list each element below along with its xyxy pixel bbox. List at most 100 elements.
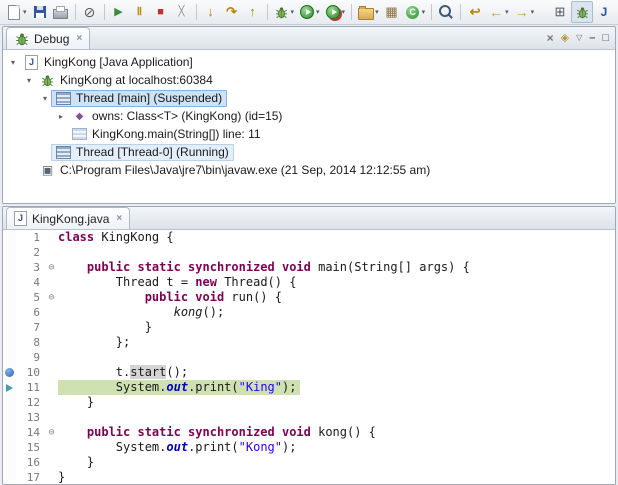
- view-settings-icon[interactable]: ◈: [561, 30, 569, 46]
- code-text[interactable]: [58, 410, 62, 425]
- dropdown-arrow-icon[interactable]: ▾: [505, 8, 509, 16]
- back-button[interactable]: ← ▾: [486, 2, 511, 22]
- marker-gutter[interactable]: [3, 290, 16, 305]
- last-edit-location-button[interactable]: ↩: [465, 2, 485, 22]
- marker-gutter[interactable]: [3, 305, 16, 320]
- forward-button[interactable]: → ▾: [512, 2, 537, 22]
- search-button[interactable]: [436, 2, 456, 22]
- debug-tree-row[interactable]: ▾ Thread [main] (Suspended): [3, 89, 615, 107]
- tab-debug[interactable]: Debug ×: [6, 27, 91, 49]
- debug-tree-row[interactable]: ▾ KingKong at localhost:60384: [3, 71, 615, 89]
- code-text[interactable]: public static synchronized void main(Str…: [58, 260, 474, 275]
- marker-gutter[interactable]: [3, 395, 16, 410]
- tree-item[interactable]: KingKong [Java Application]: [19, 54, 198, 71]
- marker-gutter[interactable]: [3, 245, 16, 260]
- new-package-button[interactable]: ▦: [382, 2, 402, 22]
- code-text[interactable]: kong();: [58, 305, 228, 320]
- tree-item-label: Thread [main] (Suspended): [76, 91, 223, 105]
- tree-item[interactable]: Thread [main] (Suspended): [51, 89, 228, 107]
- code-text[interactable]: }: [58, 455, 98, 470]
- dropdown-arrow-icon[interactable]: ▾: [316, 8, 320, 16]
- marker-gutter[interactable]: [3, 410, 16, 425]
- code-text[interactable]: System.out.print("Kong");: [58, 440, 300, 455]
- close-icon[interactable]: ×: [116, 213, 122, 224]
- remove-all-terminated-icon[interactable]: ×: [547, 30, 554, 46]
- code-text[interactable]: }: [58, 395, 98, 410]
- code-text[interactable]: Thread t = new Thread() {: [58, 275, 300, 290]
- marker-gutter[interactable]: [3, 440, 16, 455]
- new-wizard-button[interactable]: ▾: [4, 2, 29, 22]
- tree-item[interactable]: ◆ owns: Class<T> (KingKong) (id=15): [67, 108, 287, 125]
- fold-collapse-icon[interactable]: ⊖: [45, 425, 58, 440]
- fold-collapse-icon[interactable]: ⊖: [45, 260, 58, 275]
- new-java-project-button[interactable]: ▾: [356, 2, 381, 22]
- terminate-button[interactable]: ■: [151, 2, 171, 22]
- marker-gutter[interactable]: [3, 425, 16, 440]
- code-text[interactable]: System.out.print("King");: [58, 380, 301, 395]
- dropdown-arrow-icon[interactable]: ▾: [531, 8, 535, 16]
- tree-expanded-icon[interactable]: ▾: [39, 94, 51, 103]
- external-tools-button[interactable]: ▾: [323, 2, 348, 22]
- maximize-icon[interactable]: □: [602, 30, 609, 46]
- disconnect-button[interactable]: ╳: [172, 2, 192, 22]
- step-return-button[interactable]: ↑: [243, 2, 263, 22]
- debug-tree-row[interactable]: KingKong.main(String[]) line: 11: [3, 125, 615, 143]
- instruction-pointer-icon[interactable]: [3, 380, 16, 395]
- dropdown-arrow-icon[interactable]: ▾: [375, 8, 379, 16]
- code-text[interactable]: }: [58, 470, 69, 484]
- perspective-java-button[interactable]: J: [594, 2, 614, 22]
- dropdown-arrow-icon[interactable]: ▾: [23, 8, 27, 16]
- code-text[interactable]: [58, 245, 62, 260]
- code-text[interactable]: t.start();: [58, 365, 192, 380]
- minimize-icon[interactable]: –: [589, 30, 595, 46]
- dropdown-arrow-icon[interactable]: ▾: [342, 8, 346, 16]
- marker-gutter[interactable]: [3, 320, 16, 335]
- tree-item[interactable]: KingKong at localhost:60384: [35, 72, 218, 89]
- open-perspective-button[interactable]: ⊞: [550, 2, 570, 22]
- tree-item[interactable]: ▣ C:\Program Files\Java\jre7\bin\javaw.ex…: [35, 162, 435, 179]
- save-button[interactable]: [30, 2, 50, 22]
- fold-collapse-icon[interactable]: ⊖: [45, 290, 58, 305]
- code-text[interactable]: class KingKong {: [58, 230, 178, 245]
- code-text[interactable]: [58, 350, 62, 365]
- breakpoint-icon[interactable]: [3, 365, 16, 380]
- tab-kingkong-java[interactable]: KingKong.java ×: [6, 207, 131, 229]
- close-icon[interactable]: ×: [76, 33, 82, 44]
- tree-collapsed-icon[interactable]: ▸: [55, 112, 67, 121]
- suspend-button[interactable]: Ⅱ: [130, 2, 150, 22]
- debug-tree-row[interactable]: ▸ ◆ owns: Class<T> (KingKong) (id=15): [3, 107, 615, 125]
- step-over-button[interactable]: ↷: [222, 2, 242, 22]
- marker-gutter[interactable]: [3, 260, 16, 275]
- marker-gutter[interactable]: [3, 275, 16, 290]
- step-into-button[interactable]: ↓: [201, 2, 221, 22]
- debug-button[interactable]: ▾: [272, 2, 297, 22]
- dropdown-arrow-icon[interactable]: ▾: [422, 8, 426, 16]
- code-text[interactable]: public void run() {: [58, 290, 286, 305]
- marker-gutter[interactable]: [3, 455, 16, 470]
- tree-expanded-icon[interactable]: ▾: [7, 58, 19, 67]
- dropdown-arrow-icon[interactable]: ▾: [291, 8, 295, 16]
- new-class-button[interactable]: ▾: [403, 2, 428, 22]
- tree-item[interactable]: Thread [Thread-0] (Running): [51, 143, 234, 161]
- code-text[interactable]: public static synchronized void kong() {: [58, 425, 380, 440]
- tree-item[interactable]: KingKong.main(String[]) line: 11: [67, 126, 266, 143]
- view-menu-icon[interactable]: ▽: [576, 30, 582, 46]
- code-text[interactable]: };: [58, 335, 134, 350]
- code-editor[interactable]: 1 class KingKong {2 3 ⊖ public static synch…: [3, 230, 615, 484]
- tree-expanded-icon[interactable]: ▾: [23, 76, 35, 85]
- code-text[interactable]: }: [58, 320, 156, 335]
- fold-gutter: [45, 410, 58, 425]
- debug-tree-row[interactable]: ▾ KingKong [Java Application]: [3, 53, 615, 71]
- marker-gutter[interactable]: [3, 470, 16, 484]
- marker-gutter[interactable]: [3, 335, 16, 350]
- skip-breakpoints-button[interactable]: ⊘: [80, 2, 100, 22]
- debug-view-toolbar: × ◈ ▽ – □: [547, 30, 609, 46]
- marker-gutter[interactable]: [3, 230, 16, 245]
- debug-tree-row[interactable]: Thread [Thread-0] (Running): [3, 143, 615, 161]
- resume-button[interactable]: ▶: [109, 2, 129, 22]
- debug-tree-row[interactable]: ▣ C:\Program Files\Java\jre7\bin\javaw.ex…: [3, 161, 615, 179]
- print-button[interactable]: [51, 2, 71, 22]
- perspective-debug-button[interactable]: [571, 1, 593, 23]
- run-button[interactable]: ▾: [297, 2, 322, 22]
- marker-gutter[interactable]: [3, 350, 16, 365]
